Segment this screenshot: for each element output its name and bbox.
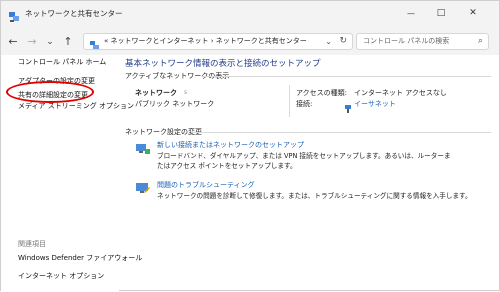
troubleshoot-description: ネットワークの問題を診断して修復します。または、トラブルシューティングに関する情… <box>157 192 472 200</box>
vertical-divider <box>289 85 290 117</box>
sidebar-item-control-panel-home[interactable]: コントロール パネル ホーム <box>18 57 106 67</box>
refresh-icon[interactable]: ↻ <box>339 34 347 49</box>
navigation-bar: ← → ⌄ ↑ « ネットワークとインターネット › ネットワークと共有センター… <box>1 29 499 55</box>
address-dropdown-icon[interactable]: ⌄ <box>325 34 332 49</box>
ethernet-icon <box>344 99 352 113</box>
access-type-value: インターネット アクセスなし <box>354 89 447 97</box>
troubleshoot-icon <box>135 181 151 195</box>
troubleshoot-link[interactable]: 問題のトラブルシューティング <box>157 180 255 190</box>
main-content: 基本ネットワーク情報の表示と接続のセットアップ アクティブなネットワークの表示 … <box>119 55 499 292</box>
page-title: 基本ネットワーク情報の表示と接続のセットアップ <box>125 59 321 69</box>
network-name: ネットワーク <box>135 89 177 97</box>
network-type: パブリック ネットワーク <box>135 100 215 108</box>
search-box[interactable]: コントロール パネルの検索 ⌕ <box>356 33 489 50</box>
close-button[interactable]: ✕ <box>458 1 488 25</box>
address-bar[interactable]: « ネットワークとインターネット › ネットワークと共有センター ⌄ ↻ <box>83 33 353 50</box>
search-icon[interactable]: ⌕ <box>478 34 483 49</box>
section-divider <box>191 132 491 133</box>
minimize-button[interactable]: — <box>396 1 426 25</box>
access-type-label: アクセスの種類: <box>296 89 348 97</box>
address-path[interactable]: « ネットワークとインターネット › ネットワークと共有センター <box>104 34 307 49</box>
close-icon: ✕ <box>469 8 477 18</box>
new-connection-link[interactable]: 新しい接続またはネットワークのセットアップ <box>157 140 304 150</box>
chevron-down-icon: ⌄ <box>46 37 54 47</box>
back-arrow-icon: ← <box>8 35 18 48</box>
network-folder-icon <box>89 36 100 49</box>
connections-label: 接続: <box>296 100 313 108</box>
related-heading: 関連項目 <box>18 240 46 248</box>
up-button[interactable]: ↑ <box>61 35 75 49</box>
sidebar-item-media-streaming[interactable]: メディア ストリーミング オプション <box>18 101 134 111</box>
ethernet-connection-link[interactable]: イーサネット <box>354 99 396 109</box>
network-center-icon <box>8 8 20 22</box>
new-connection-description: ブロードバンド、ダイヤルアップ、または VPN 接続をセットアップします。あるい… <box>157 152 451 170</box>
maximize-button[interactable]: □ <box>426 1 456 25</box>
highlight-oval <box>6 81 94 103</box>
window-title: ネットワークと共有センター <box>25 9 123 18</box>
maximize-icon: □ <box>436 8 446 18</box>
related-internet-options-link[interactable]: インターネット オプション <box>18 271 104 281</box>
window: ネットワークと共有センター — □ ✕ ← → ⌄ ↑ « ネットワークとインタ… <box>0 0 500 292</box>
forward-button[interactable]: → <box>25 35 39 49</box>
forward-arrow-icon: → <box>27 35 37 48</box>
search-input[interactable]: コントロール パネルの検索 <box>363 34 449 49</box>
title-bar: ネットワークと共有センター — □ ✕ <box>1 1 499 29</box>
up-arrow-icon: ↑ <box>63 35 73 48</box>
minimize-icon: — <box>407 8 415 18</box>
new-connection-icon <box>135 141 151 155</box>
recent-locations-button[interactable]: ⌄ <box>43 35 57 49</box>
network-name-suffix: s <box>184 89 188 96</box>
section-divider <box>201 76 491 77</box>
back-button[interactable]: ← <box>6 35 20 49</box>
